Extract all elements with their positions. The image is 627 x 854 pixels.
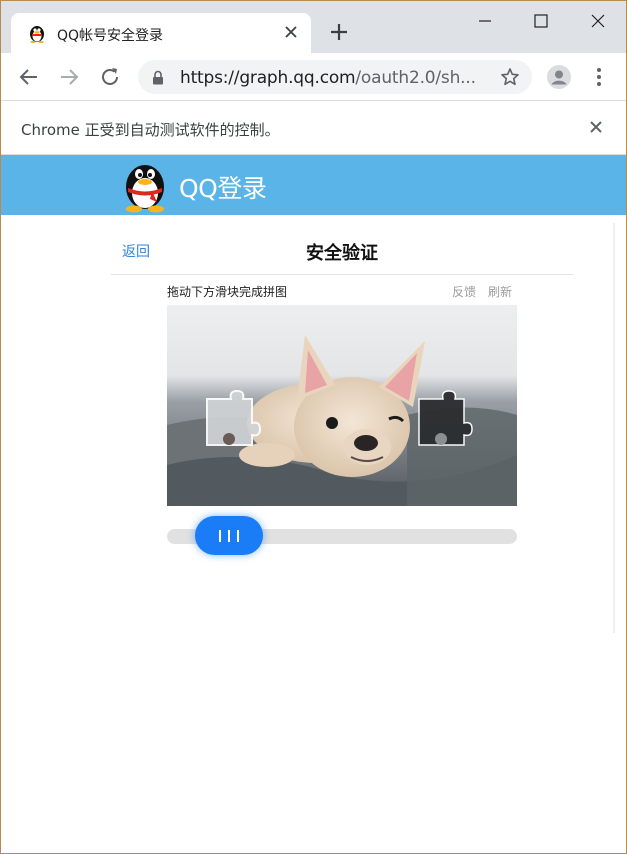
automation-infobar: Chrome 正受到自动测试软件的控制。	[1, 101, 626, 155]
lock-icon[interactable]	[151, 70, 165, 85]
window-close-icon[interactable]	[586, 9, 610, 33]
slider-handle[interactable]	[195, 516, 263, 555]
tab-title: QQ帐号安全登录	[57, 28, 164, 44]
grip-line	[237, 530, 239, 542]
browser-titlebar: QQ帐号安全登录	[1, 1, 626, 54]
address-bar[interactable]: https://graph.qq.com/oauth2.0/sh...	[138, 60, 532, 94]
verify-title: 安全验证	[306, 243, 378, 264]
verify-header: 安全验证 返回	[111, 231, 573, 275]
qq-penguin-icon	[30, 26, 44, 43]
feedback-link[interactable]: 反馈	[452, 283, 476, 300]
reload-icon[interactable]	[98, 65, 122, 89]
url-host: https://graph.qq.com	[180, 68, 356, 88]
infobar-message: Chrome 正受到自动测试软件的控制。	[21, 121, 280, 139]
profile-icon[interactable]	[547, 65, 571, 89]
captcha-puzzle-image	[167, 305, 517, 506]
browser-toolbar: https://graph.qq.com/oauth2.0/sh...	[1, 53, 626, 101]
grip-line	[228, 530, 230, 542]
grip-line	[219, 530, 221, 542]
back-link[interactable]: 返回	[122, 241, 150, 261]
maximize-icon[interactable]	[529, 9, 553, 33]
captcha-instruction: 拖动下方滑块完成拼图	[167, 285, 288, 299]
plus-icon[interactable]	[327, 20, 351, 44]
puzzle-hole	[418, 390, 473, 446]
qq-login-header: QQ登录	[1, 155, 626, 215]
star-icon[interactable]	[500, 67, 520, 87]
content-scrollbar[interactable]	[613, 223, 615, 633]
browser-tab[interactable]: QQ帐号安全登录	[11, 13, 311, 54]
puzzle-piece	[206, 389, 262, 446]
qq-logo	[126, 165, 164, 213]
kebab-menu-icon[interactable]	[589, 65, 609, 89]
refresh-link[interactable]: 刷新	[488, 283, 512, 300]
infobar-close-icon[interactable]	[588, 119, 604, 135]
close-icon[interactable]	[283, 24, 299, 40]
url-text[interactable]: https://graph.qq.com/oauth2.0/sh...	[180, 68, 490, 88]
forward-arrow-icon[interactable]	[57, 65, 81, 89]
url-path: /oauth2.0/sh...	[355, 68, 476, 88]
back-arrow-icon[interactable]	[17, 65, 41, 89]
qq-header-title: QQ登录	[179, 174, 267, 203]
minimize-icon[interactable]	[473, 9, 497, 33]
